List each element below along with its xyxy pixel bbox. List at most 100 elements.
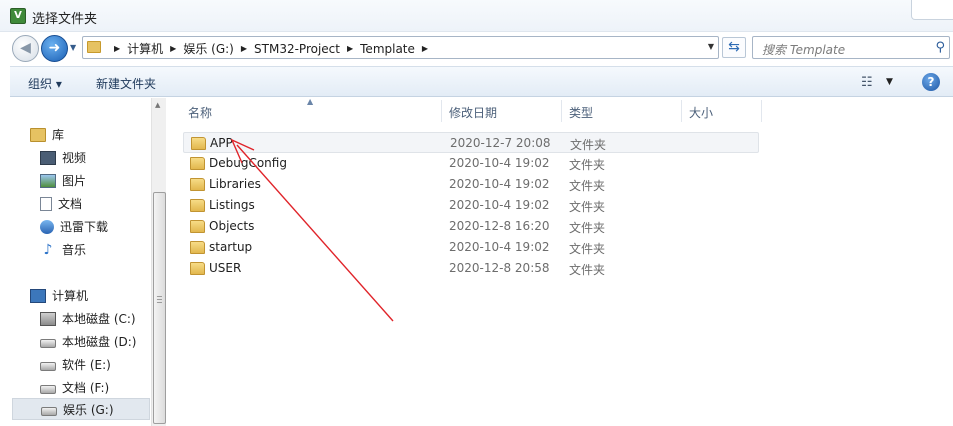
- folder-icon: [190, 199, 205, 212]
- nav-thunder-downloads[interactable]: 迅雷下载: [40, 218, 108, 235]
- folder-icon: [87, 41, 101, 53]
- breadcrumb-drive-g[interactable]: 娱乐 (G:): [183, 40, 234, 57]
- column-divider[interactable]: [681, 100, 682, 122]
- file-name: Libraries: [209, 177, 261, 191]
- nav-label: 本地磁盘 (D:): [62, 335, 137, 349]
- folder-icon: [190, 262, 205, 275]
- view-dropdown-icon[interactable]: ▼: [886, 77, 893, 87]
- file-modified: 2020-12-7 20:08: [450, 136, 551, 150]
- navigation-pane: 库 视频 图片 文档 迅雷下载 ♪ 音乐 计算机 本地磁盘 (C:) 本地磁盘 …: [10, 98, 166, 426]
- file-name: DebugConfig: [209, 156, 287, 170]
- nav-label: 迅雷下载: [60, 220, 109, 234]
- computer-icon: [30, 288, 46, 303]
- forward-button[interactable]: ➜: [41, 35, 68, 62]
- file-row-listings[interactable]: Listings 2020-10-4 19:02 文件夹: [183, 195, 759, 216]
- view-options-icon[interactable]: ☷: [861, 75, 873, 90]
- address-dropdown-icon[interactable]: ▼: [708, 42, 714, 51]
- file-modified: 2020-12-8 20:58: [449, 261, 550, 275]
- column-divider[interactable]: [561, 100, 562, 122]
- nav-label: 本地磁盘 (C:): [62, 312, 136, 326]
- file-name: Listings: [209, 198, 255, 212]
- breadcrumb-template[interactable]: Template: [360, 42, 415, 56]
- nav-label: 软件 (E:): [62, 358, 111, 372]
- file-name: Objects: [209, 219, 255, 233]
- folder-icon: [190, 178, 205, 191]
- breadcrumb-stm32-project[interactable]: STM32-Project: [254, 42, 340, 56]
- organize-button[interactable]: 组织 ▾: [28, 75, 62, 92]
- video-icon: [40, 150, 56, 165]
- nav-label: 文档 (F:): [62, 381, 110, 395]
- recent-pages-dropdown-icon[interactable]: ▼: [70, 43, 76, 52]
- music-note-icon: ♪: [43, 241, 53, 258]
- file-type: 文件夹: [569, 263, 606, 277]
- nav-libraries[interactable]: 库: [30, 126, 64, 143]
- file-modified: 2020-10-4 19:02: [449, 177, 550, 191]
- scroll-thumb[interactable]: − − −: [153, 192, 166, 424]
- column-type[interactable]: 类型: [569, 104, 593, 121]
- search-input[interactable]: 搜索 Template: [762, 41, 845, 58]
- breadcrumb-computer[interactable]: 计算机: [127, 40, 163, 57]
- title-bar: V 选择文件夹: [0, 0, 953, 32]
- file-list: ▲ 名称 修改日期 类型 大小 APP 2020-12-7 20:08 文件夹 …: [167, 97, 953, 426]
- sort-ascending-icon: ▲: [307, 97, 314, 106]
- nav-music[interactable]: ♪ 音乐: [40, 241, 86, 258]
- nav-label: 计算机: [52, 289, 89, 303]
- nav-drive-c[interactable]: 本地磁盘 (C:): [40, 310, 136, 327]
- file-row-app[interactable]: APP 2020-12-7 20:08 文件夹: [183, 132, 759, 153]
- file-row-objects[interactable]: Objects 2020-12-8 16:20 文件夹: [183, 216, 759, 237]
- column-size[interactable]: 大小: [689, 104, 713, 121]
- document-icon: [40, 196, 52, 211]
- nav-drive-f[interactable]: 文档 (F:): [40, 379, 109, 396]
- refresh-button[interactable]: ⇆: [722, 37, 746, 58]
- file-name: USER: [209, 261, 242, 275]
- back-button[interactable]: ◀: [12, 35, 39, 62]
- file-row-debugconfig[interactable]: DebugConfig 2020-10-4 19:02 文件夹: [183, 153, 759, 174]
- search-icon[interactable]: ⚲: [935, 40, 945, 55]
- nav-label: 音乐: [62, 243, 87, 257]
- picture-icon: [40, 173, 56, 188]
- nav-drive-e[interactable]: 软件 (E:): [40, 356, 111, 373]
- column-name[interactable]: 名称: [188, 104, 212, 121]
- folder-icon: [190, 157, 205, 170]
- help-button[interactable]: ?: [922, 73, 940, 91]
- file-row-libraries[interactable]: Libraries 2020-10-4 19:02 文件夹: [183, 174, 759, 195]
- system-drive-icon: [40, 311, 56, 326]
- nav-computer[interactable]: 计算机: [30, 287, 88, 304]
- nav-documents[interactable]: 文档: [40, 195, 82, 212]
- address-row: ◀ ➜ ▼ ▶ 计算机 ▶ 娱乐 (G:) ▶ STM32-Project ▶ …: [0, 32, 953, 64]
- nav-drive-d[interactable]: 本地磁盘 (D:): [40, 333, 136, 350]
- nav-pictures[interactable]: 图片: [40, 172, 86, 189]
- nav-videos[interactable]: 视频: [40, 149, 86, 166]
- close-button[interactable]: [911, 0, 953, 20]
- file-row-user[interactable]: USER 2020-12-8 20:58 文件夹: [183, 258, 759, 279]
- nav-label: 视频: [62, 151, 87, 165]
- chevron-right-icon[interactable]: ▶: [422, 44, 428, 53]
- nav-scrollbar[interactable]: ▲ − − −: [151, 98, 166, 426]
- column-divider[interactable]: [761, 100, 762, 122]
- chevron-right-icon[interactable]: ▶: [114, 44, 120, 53]
- file-modified: 2020-10-4 19:02: [449, 156, 550, 170]
- column-divider[interactable]: [441, 100, 442, 122]
- refresh-icon: ⇆: [728, 39, 740, 55]
- scroll-up-icon[interactable]: ▲: [155, 101, 160, 109]
- file-type: 文件夹: [569, 158, 606, 172]
- nav-drive-g[interactable]: 娱乐 (G:): [12, 398, 150, 420]
- grip-icon: − − −: [156, 292, 163, 307]
- new-folder-button[interactable]: 新建文件夹: [96, 75, 156, 92]
- hard-drive-icon: [40, 385, 56, 394]
- chevron-right-icon[interactable]: ▶: [347, 44, 353, 53]
- address-bar[interactable]: ▶ 计算机 ▶ 娱乐 (G:) ▶ STM32-Project ▶ Templa…: [82, 36, 719, 59]
- column-modified[interactable]: 修改日期: [449, 104, 497, 121]
- folder-icon: [191, 137, 206, 150]
- command-toolbar: 组织 ▾ 新建文件夹 ☷ ▼ ?: [10, 66, 953, 97]
- nav-label: 库: [52, 128, 65, 142]
- breadcrumb: ▶ 计算机 ▶ 娱乐 (G:) ▶ STM32-Project ▶ Templa…: [107, 40, 435, 57]
- search-box[interactable]: 搜索 Template ⚲: [752, 36, 950, 59]
- forward-arrow-icon: ➜: [48, 40, 61, 56]
- chevron-right-icon[interactable]: ▶: [170, 44, 176, 53]
- file-name: startup: [209, 240, 253, 254]
- file-modified: 2020-10-4 19:02: [449, 240, 550, 254]
- chevron-right-icon[interactable]: ▶: [241, 44, 247, 53]
- nav-label: 文档: [58, 197, 83, 211]
- file-row-startup[interactable]: startup 2020-10-4 19:02 文件夹: [183, 237, 759, 258]
